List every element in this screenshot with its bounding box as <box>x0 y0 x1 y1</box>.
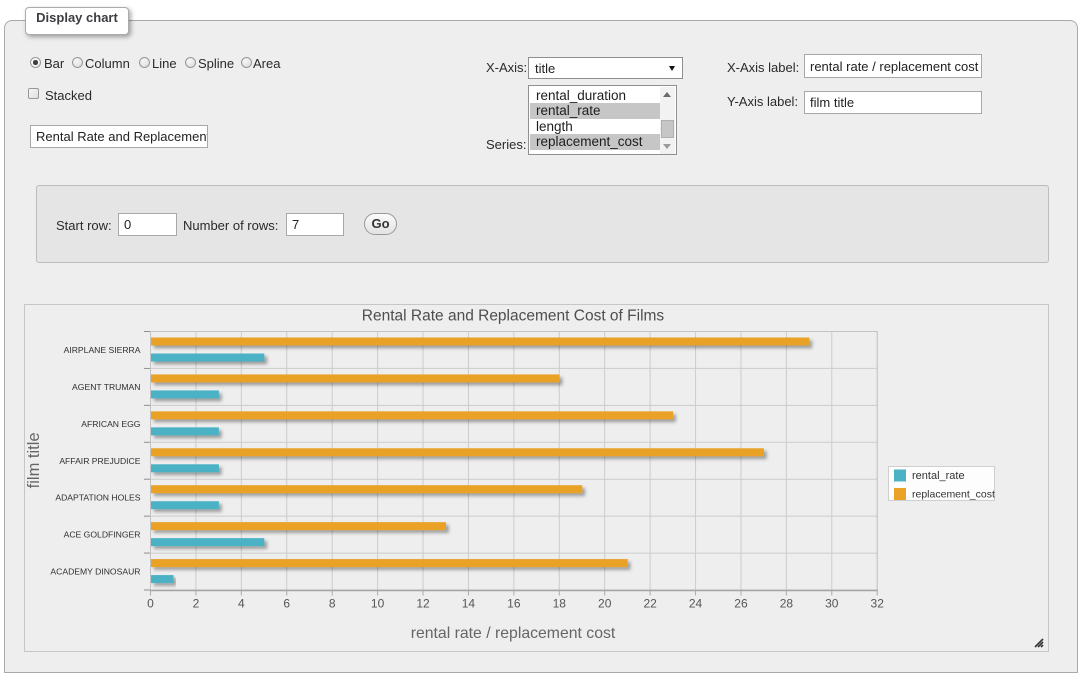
svg-text:18: 18 <box>553 597 567 611</box>
svg-text:20: 20 <box>598 597 612 611</box>
svg-text:28: 28 <box>780 597 794 611</box>
svg-text:Rental Rate and Replacement Co: Rental Rate and Replacement Cost of Film… <box>362 308 665 325</box>
svg-text:12: 12 <box>416 597 430 611</box>
svg-text:rental_rate: rental_rate <box>912 470 965 482</box>
svg-text:AFRICAN EGG: AFRICAN EGG <box>81 419 141 429</box>
svg-text:6: 6 <box>283 597 290 611</box>
svg-text:AIRPLANE SIERRA: AIRPLANE SIERRA <box>64 345 141 355</box>
svg-text:replacement_cost: replacement_cost <box>912 489 995 501</box>
svg-text:30: 30 <box>825 597 839 611</box>
svg-text:14: 14 <box>462 597 476 611</box>
svg-text:0: 0 <box>147 597 154 611</box>
svg-text:film title: film title <box>25 432 43 488</box>
svg-text:2: 2 <box>193 597 200 611</box>
svg-text:4: 4 <box>238 597 245 611</box>
svg-text:8: 8 <box>329 597 336 611</box>
svg-text:32: 32 <box>871 597 885 611</box>
svg-text:AFFAIR PREJUDICE: AFFAIR PREJUDICE <box>59 456 140 466</box>
svg-text:22: 22 <box>643 597 657 611</box>
svg-text:ADAPTATION HOLES: ADAPTATION HOLES <box>55 493 140 503</box>
svg-text:26: 26 <box>734 597 748 611</box>
svg-text:10: 10 <box>371 597 385 611</box>
svg-text:ACE GOLDFINGER: ACE GOLDFINGER <box>64 530 141 540</box>
svg-text:24: 24 <box>689 597 703 611</box>
svg-text:ACADEMY DINOSAUR: ACADEMY DINOSAUR <box>50 567 140 577</box>
svg-text:AGENT TRUMAN: AGENT TRUMAN <box>72 382 140 392</box>
svg-text:rental rate / replacement cost: rental rate / replacement cost <box>411 625 616 642</box>
svg-text:16: 16 <box>507 597 521 611</box>
